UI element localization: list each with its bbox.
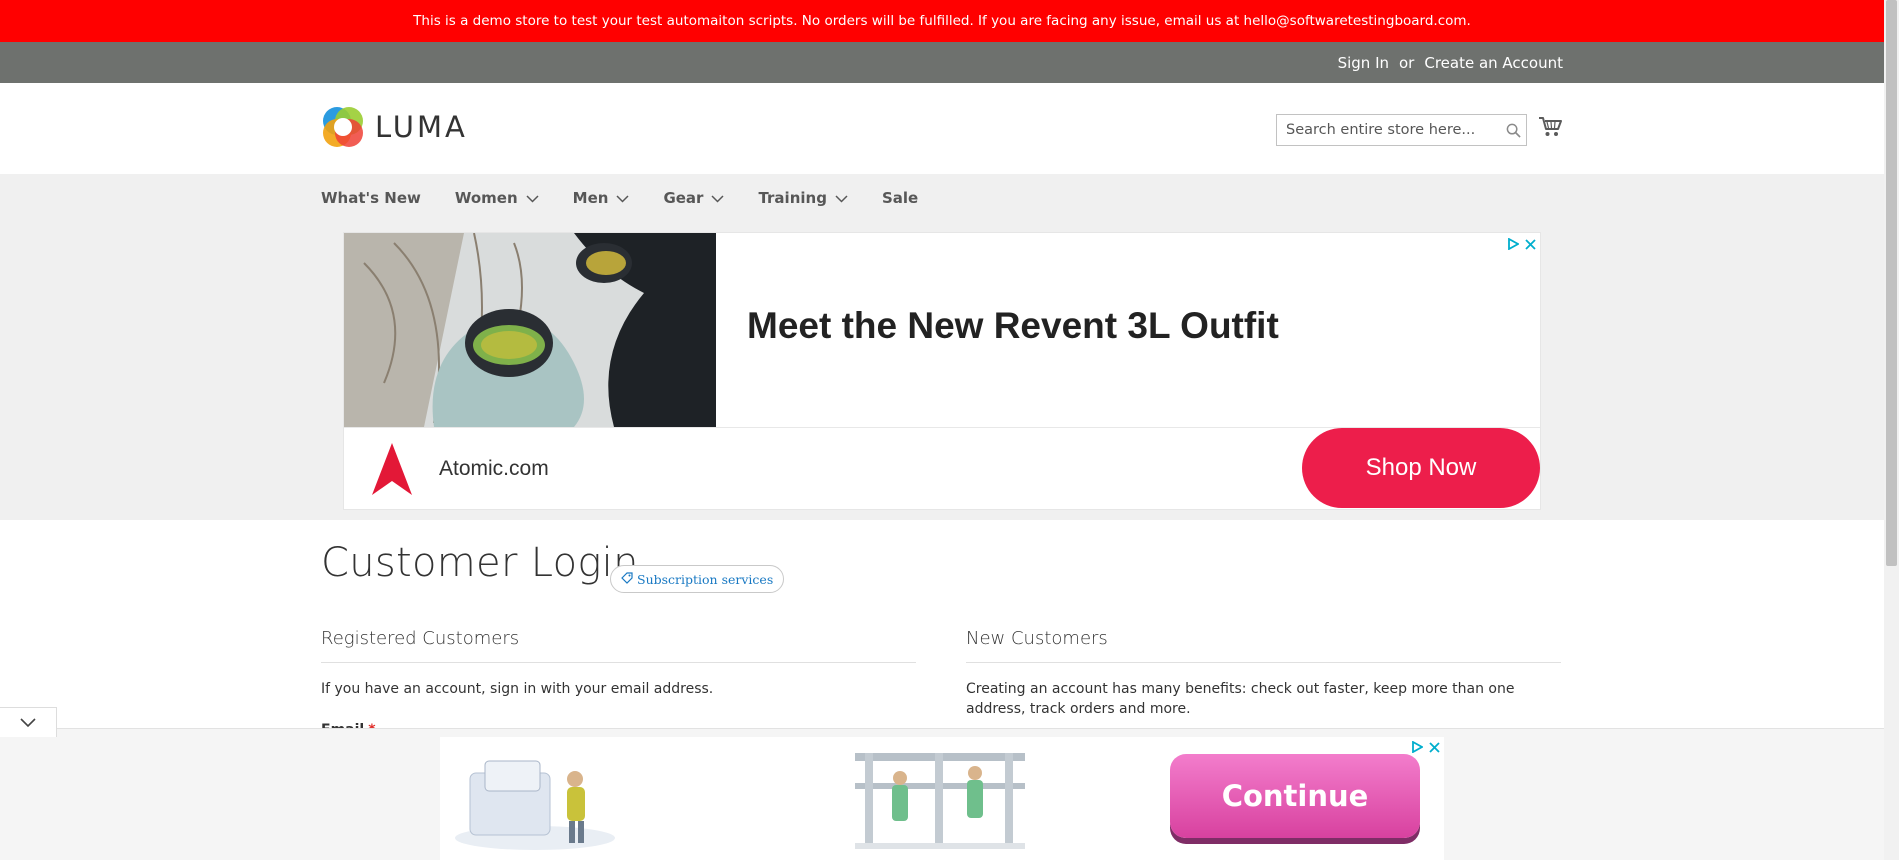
ad-illustration xyxy=(855,753,1025,849)
nav-item-training[interactable]: Training xyxy=(758,188,848,207)
site-header: LUMA xyxy=(0,83,1884,174)
ad-headline: Meet the New Revent 3L Outfit xyxy=(747,305,1279,346)
demo-notice-text: This is a demo store to test your test a… xyxy=(413,13,1471,29)
nav-item-what-s-new[interactable]: What's New xyxy=(321,189,421,207)
cart-icon[interactable] xyxy=(1538,116,1562,142)
ad-controls xyxy=(1412,738,1440,757)
ad-brand-name: Atomic.com xyxy=(439,457,549,480)
atomic-logo-icon xyxy=(372,443,412,499)
chevron-down-icon xyxy=(526,189,539,207)
search-box xyxy=(1276,114,1527,146)
chevron-down-icon xyxy=(20,713,36,732)
nav-item-sale[interactable]: Sale xyxy=(882,189,918,207)
close-icon[interactable] xyxy=(1429,738,1440,757)
bottom-ad-banner: Continue xyxy=(0,728,1884,860)
main-menu: What's New Women Men Gear Training Sale xyxy=(321,174,952,221)
nav-item-women[interactable]: Women xyxy=(455,189,539,207)
shop-now-button[interactable]: Shop Now xyxy=(1302,428,1540,508)
ad-controls xyxy=(1508,235,1536,254)
nav-item-label: What's New xyxy=(321,188,421,207)
demo-notice-bar: This is a demo store to test your test a… xyxy=(0,0,1884,42)
top-advertisement[interactable]: Meet the New Revent 3L Outfit Atomic.com… xyxy=(343,232,1541,510)
sign-in-link[interactable]: Sign In xyxy=(1338,54,1389,72)
close-icon[interactable] xyxy=(1525,235,1536,254)
nav-item-label: Gear xyxy=(663,188,704,207)
adchoices-icon[interactable] xyxy=(1412,738,1424,757)
badge-label: Subscription services xyxy=(637,571,774,587)
nav-item-gear[interactable]: Gear xyxy=(663,189,724,207)
luma-logo-icon xyxy=(323,107,363,147)
registered-customers-section: Registered Customers If you have an acco… xyxy=(321,628,916,699)
search-input[interactable] xyxy=(1277,115,1500,145)
logo-text: LUMA xyxy=(375,110,468,144)
new-customers-heading: New Customers xyxy=(966,628,1561,663)
registered-customers-heading: Registered Customers xyxy=(321,628,916,663)
chevron-down-icon xyxy=(616,189,629,207)
collapse-ad-button[interactable] xyxy=(0,707,57,737)
adchoices-icon[interactable] xyxy=(1508,235,1520,254)
search-icon[interactable] xyxy=(1500,123,1526,138)
tag-icon xyxy=(621,571,633,587)
nav-item-label: Men xyxy=(572,188,609,207)
new-customers-section: New Customers Creating an account has ma… xyxy=(966,628,1561,719)
continue-button[interactable]: Continue xyxy=(1170,754,1420,838)
subscription-services-badge[interactable]: Subscription services xyxy=(610,565,785,593)
nav-item-label: Training xyxy=(758,188,827,207)
page-title: Customer Login xyxy=(321,540,639,586)
nav-bar: What's New Women Men Gear Training Sale Meet … xyxy=(0,174,1884,520)
scrollbar-thumb[interactable] xyxy=(1886,0,1897,566)
nav-item-label: Women xyxy=(454,188,518,207)
create-account-link[interactable]: Create an Account xyxy=(1424,54,1563,72)
registered-customers-text: If you have an account, sign in with you… xyxy=(321,681,714,697)
chevron-down-icon xyxy=(835,189,848,207)
or-separator: or xyxy=(1399,53,1415,72)
bottom-advertisement[interactable]: Continue xyxy=(440,737,1444,860)
luma-logo[interactable]: LUMA xyxy=(321,105,468,149)
nav-item-label: Sale xyxy=(881,188,919,207)
ad-illustration xyxy=(455,760,615,850)
header-links-bar: Sign In or Create an Account xyxy=(0,42,1884,83)
ad-photo xyxy=(344,233,716,427)
chevron-down-icon xyxy=(711,189,724,207)
nav-item-men[interactable]: Men xyxy=(573,189,630,207)
new-customers-text: Creating an account has many benefits: c… xyxy=(966,681,1515,717)
